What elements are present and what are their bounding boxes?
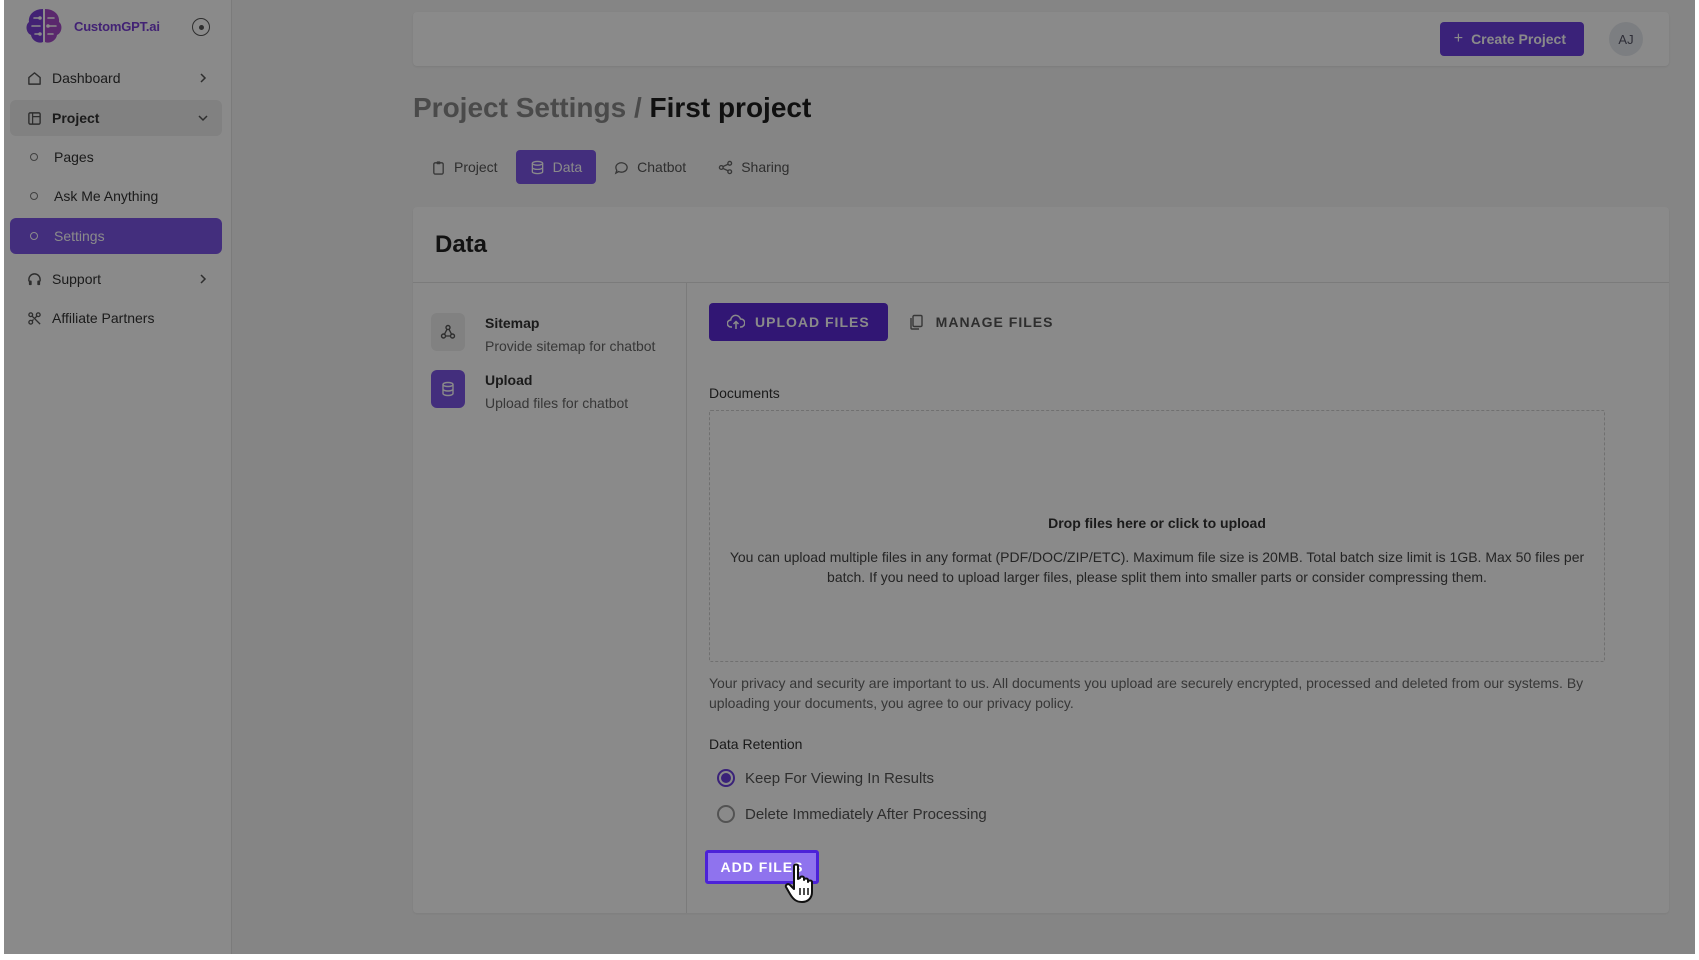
radio-label: Keep For Viewing In Results — [745, 769, 934, 787]
sidebar-item-label: Settings — [54, 228, 105, 244]
database-icon — [431, 370, 465, 408]
radio-delete-immediately[interactable]: Delete Immediately After Processing — [717, 805, 987, 823]
share-icon — [718, 160, 733, 175]
avatar[interactable]: AJ — [1609, 22, 1643, 56]
sidebar-item-label: Ask Me Anything — [54, 188, 159, 204]
plus-icon: + — [1453, 30, 1464, 47]
tab-label: Chatbot — [637, 159, 687, 175]
brand[interactable]: CustomGPT.ai — [22, 4, 160, 48]
sidebar-item-ask-me-anything[interactable]: Ask Me Anything — [10, 178, 222, 214]
upload-files-label: UPLOAD FILES — [755, 314, 870, 330]
project-name: First project — [649, 92, 812, 123]
tab-label: Sharing — [741, 159, 790, 175]
chevron-right-icon — [200, 274, 207, 284]
dropzone-description: You can upload multiple files in any for… — [729, 549, 1585, 585]
top-bar: + Create Project AJ — [413, 12, 1669, 66]
radio-label: Delete Immediately After Processing — [745, 805, 987, 823]
database-icon — [530, 160, 545, 175]
tab-data[interactable]: Data — [515, 150, 597, 184]
sidebar-item-settings[interactable]: Settings — [10, 218, 222, 254]
sidebar-item-pages[interactable]: Pages — [10, 139, 222, 175]
headset-icon — [26, 271, 42, 287]
bullet-icon — [30, 153, 38, 161]
data-retention-label: Data Retention — [709, 736, 803, 752]
brand-name: CustomGPT.ai — [74, 18, 160, 34]
manage-files-tab[interactable]: MANAGE FILES — [908, 314, 1054, 330]
radio-keep-for-viewing[interactable]: Keep For Viewing In Results — [717, 769, 934, 787]
affiliate-icon — [26, 310, 42, 326]
chevron-right-icon — [200, 73, 207, 83]
settings-tabs: Project Data Chatbot Sharing — [417, 150, 803, 184]
sidebar-item-dashboard[interactable]: Dashboard — [10, 60, 222, 96]
chat-icon — [614, 160, 629, 175]
radio-unselected-icon[interactable] — [717, 805, 735, 823]
radio-selected-icon[interactable] — [717, 769, 735, 787]
source-name: Upload — [485, 372, 533, 388]
documents-label: Documents — [709, 385, 780, 401]
page-title: Project Settings / First project — [413, 92, 811, 124]
upload-sub-tabs: UPLOAD FILES MANAGE FILES — [709, 303, 1609, 341]
sidebar-item-affiliate-partners[interactable]: Affiliate Partners — [10, 300, 222, 336]
sidebar-item-label: Project — [52, 110, 100, 126]
clipboard-icon — [431, 160, 446, 175]
source-desc: Upload files for chatbot — [485, 395, 629, 411]
cloud-upload-icon — [727, 314, 745, 330]
sidebar-item-label: Affiliate Partners — [52, 310, 155, 326]
sitemap-icon — [431, 313, 465, 351]
collapse-sidebar-icon[interactable] — [192, 18, 210, 36]
sidebar-item-label: Dashboard — [52, 70, 121, 86]
privacy-notice: Your privacy and security are important … — [709, 675, 1584, 711]
data-card: Data Sitemap Provide sitemap for chatbot… — [413, 207, 1669, 913]
source-sitemap[interactable]: Sitemap Provide sitemap for chatbot — [431, 313, 655, 354]
dropzone-title: Drop files here or click to upload — [1048, 515, 1266, 531]
upload-panel: UPLOAD FILES MANAGE FILES Documents Drop… — [709, 303, 1609, 823]
card-title: Data — [435, 231, 488, 258]
home-icon — [26, 70, 42, 86]
sidebar-item-support[interactable]: Support — [10, 261, 222, 297]
source-name: Sitemap — [485, 315, 540, 331]
data-source-list: Sitemap Provide sitemap for chatbot Uplo… — [413, 283, 687, 913]
tab-chatbot[interactable]: Chatbot — [600, 150, 700, 184]
chevron-down-icon — [198, 115, 208, 122]
sidebar-item-project[interactable]: Project — [10, 100, 222, 136]
tab-project[interactable]: Project — [417, 150, 512, 184]
hand-cursor-icon — [784, 863, 813, 903]
create-project-button[interactable]: + Create Project — [1439, 22, 1584, 56]
sidebar: CustomGPT.ai Dashboard Project Pages Ask… — [4, 0, 232, 954]
breadcrumb[interactable]: Project Settings / — [413, 92, 642, 123]
source-upload[interactable]: Upload Upload files for chatbot — [431, 370, 628, 411]
sidebar-item-label: Pages — [54, 149, 94, 165]
bullet-icon — [30, 192, 38, 200]
create-project-label: Create Project — [1471, 31, 1566, 47]
sidebar-item-label: Support — [52, 271, 102, 287]
tab-sharing[interactable]: Sharing — [704, 150, 803, 184]
files-icon — [908, 314, 926, 330]
file-dropzone[interactable]: Drop files here or click to upload You c… — [709, 410, 1605, 662]
bullet-icon — [30, 232, 38, 240]
manage-files-label: MANAGE FILES — [935, 314, 1054, 330]
app-window: CustomGPT.ai Dashboard Project Pages Ask… — [4, 0, 1695, 954]
upload-files-tab[interactable]: UPLOAD FILES — [709, 303, 888, 341]
project-icon — [26, 110, 42, 126]
tab-label: Project — [454, 159, 498, 175]
source-desc: Provide sitemap for chatbot — [485, 338, 656, 354]
tab-label: Data — [552, 159, 583, 175]
brain-logo-icon — [26, 9, 62, 43]
